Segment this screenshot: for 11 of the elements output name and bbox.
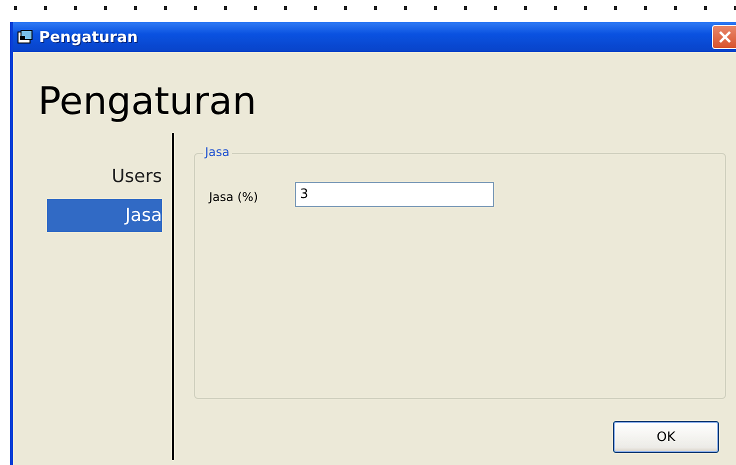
- group-title: Jasa: [203, 145, 232, 159]
- sidebar-item[interactable]: Users: [47, 160, 162, 193]
- ok-button[interactable]: OK: [613, 421, 719, 453]
- sidebar-item[interactable]: Jasa: [47, 199, 162, 232]
- input-field[interactable]: 3: [295, 182, 494, 207]
- window-icon: [17, 30, 33, 44]
- close-button[interactable]: [712, 25, 736, 49]
- close-icon: [718, 30, 732, 44]
- page-heading: Pengaturan: [38, 78, 258, 124]
- window-title: Pengaturan: [39, 28, 138, 46]
- field-label: Jasa (%): [209, 190, 260, 204]
